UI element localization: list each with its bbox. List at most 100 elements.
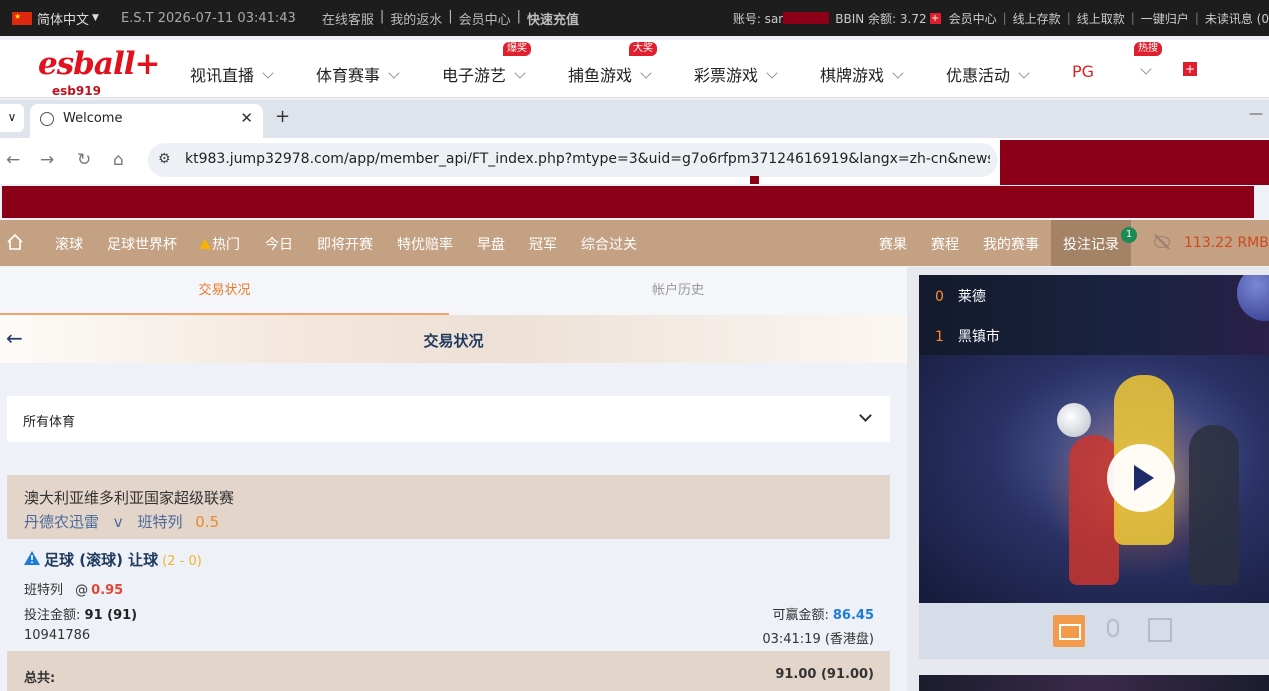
player-figure [1189,425,1239,585]
nav-upcoming[interactable]: 即将开赛 [317,234,373,254]
logo-subtext: esb919 [52,84,101,98]
reload-icon[interactable]: ↻ [77,150,91,170]
chevron-down-icon [388,67,400,79]
team1-name: 莱德 [957,289,986,305]
plus-icon[interactable]: + [929,12,941,24]
bet-score: (2 - 0) [162,554,202,569]
link-member-center-2[interactable]: 会员中心 [949,10,997,27]
nav-pg[interactable]: PG [1072,62,1094,81]
top-links: 在线客服 | 我的返水 | 会员中心 | 快速充值 [322,9,579,28]
tab-transaction-status[interactable]: 交易状况 [0,267,449,315]
separator: | [379,8,385,24]
site-nav: esball+ esb919 视讯直播 体育赛事 电子游艺 爆奖 捕鱼游戏 大奖… [0,40,1269,98]
win-value: 86.45 [832,608,874,623]
chevron-down-icon [262,67,274,79]
nav-parlay[interactable]: 综合过关 [581,234,637,254]
sub-tabs: 交易状况 帐户历史 [0,267,907,315]
nav-my-events[interactable]: 我的赛事 [983,234,1039,254]
new-tab-button[interactable]: + [275,106,290,127]
nav-live-video[interactable]: 视讯直播 [190,62,274,86]
browser-tab[interactable]: Welcome ✕ [30,104,263,138]
link-online-deposit[interactable]: 线上存款 [1013,10,1061,27]
warning-icon [24,551,40,565]
plus-icon[interactable]: + [1183,62,1197,76]
nav-sports[interactable]: 体育赛事 [316,62,400,86]
link-member-center[interactable]: 会员中心 [459,9,511,28]
nav-fishing[interactable]: 捕鱼游戏 [568,62,652,86]
tv-icon[interactable] [1053,615,1085,647]
nav-label: 视讯直播 [190,66,255,85]
nav-schedule[interactable]: 赛程 [931,234,959,254]
nav-bet-records[interactable]: 投注记录 [1063,234,1119,254]
win-label: 可赢金额: [772,608,829,623]
team1-row: 0 莱德 [935,286,986,306]
nav-card-games[interactable]: 棋牌游戏 [820,62,904,86]
sport-filter-dropdown[interactable]: 所有体育 [7,396,890,442]
nav-label: 优惠活动 [946,66,1011,85]
odds-value: 0.95 [91,583,124,598]
nav-best-odds[interactable]: 特优赔率 [397,234,453,254]
tab-account-history[interactable]: 帐户历史 [449,267,907,315]
nav-outright[interactable]: 冠军 [529,234,557,254]
total-value: 91.00 (91.00) [775,667,874,682]
nav-lottery[interactable]: 彩票游戏 [694,62,778,86]
nav-today[interactable]: 今日 [265,234,293,254]
home-icon[interactable] [6,233,24,251]
forward-arrow-icon[interactable]: → [40,150,54,170]
banner-strip [919,675,1269,691]
stats-board-icon[interactable] [1148,618,1172,642]
nav-label: 彩票游戏 [694,66,759,85]
page-header: 交易状况 ← [0,315,907,363]
minimize-icon[interactable]: — [1249,106,1263,122]
live-video-player[interactable] [919,355,1269,603]
back-arrow-icon[interactable]: ← [6,326,23,350]
account-balance: 113.22 RMB [1184,235,1269,251]
nav-inplay[interactable]: 滚球 [55,234,83,254]
account-label: 账号: sar [732,11,784,26]
tab-search-dropdown[interactable]: ∨ [0,104,24,132]
link-unread-messages[interactable]: 未读讯息 (0 [1205,10,1269,27]
quick-recharge-link[interactable]: 快速充值 [527,9,579,28]
nav-hot-events[interactable]: 热门 [199,234,240,254]
balance-amount: 113.22 [1184,235,1233,251]
nav-world-cup[interactable]: 足球世界杯 [107,234,177,254]
home-icon[interactable]: ⌂ [113,150,124,170]
link-one-click-return[interactable]: 一键归户 [1141,10,1189,27]
nav-slots[interactable]: 电子游艺 [442,62,526,86]
video-controls [919,603,1269,659]
close-icon[interactable]: ✕ [240,109,253,127]
redaction-block [783,12,830,24]
site-settings-icon[interactable]: ⚙ [158,151,171,167]
language-select[interactable]: 简体中文 [37,9,89,28]
back-arrow-icon[interactable]: ← [6,150,20,170]
separator: | [1194,11,1199,25]
logo-text: esball+ [38,46,160,82]
nav-early[interactable]: 早盘 [477,234,505,254]
nav-promotions[interactable]: 优惠活动 [946,62,1030,86]
microphone-icon[interactable] [1107,619,1119,637]
china-flag-icon [12,11,32,25]
link-online-withdraw[interactable]: 线上取款 [1077,10,1125,27]
url-field[interactable]: ⚙ kt983.jump32978.com/app/member_api/FT_… [148,143,998,177]
link-rebate[interactable]: 我的返水 [390,9,442,28]
page-title: 交易状况 [423,332,484,350]
play-icon[interactable] [1107,444,1175,512]
chevron-down-icon [892,67,904,79]
bet-time: 03:41:19 (香港盘) [762,632,874,647]
eye-off-icon[interactable] [1154,236,1170,248]
nav-label: 体育赛事 [316,66,381,85]
link-customer-service[interactable]: 在线客服 [322,9,374,28]
bet-type-label: 足球 (滚球) 让球 [44,551,159,569]
nav-results[interactable]: 赛果 [879,234,907,254]
nav-hot[interactable] [1132,62,1152,81]
home-team: 丹德农迅雷 [24,513,100,531]
bet-id: 10941786 [24,628,91,643]
team2-name: 黑镇市 [957,329,1000,345]
bbin-balance: BBIN 余额: 3.72 [835,11,927,26]
separator: | [1002,11,1007,25]
caret-down-icon[interactable]: ▼ [92,13,99,23]
team2-row: 1 黑镇市 [935,326,1000,346]
chevron-down-icon [1140,63,1152,75]
esball-logo[interactable]: esball+ esb919 [38,46,160,98]
nav-badge-hot: 热搜 [1134,42,1162,56]
